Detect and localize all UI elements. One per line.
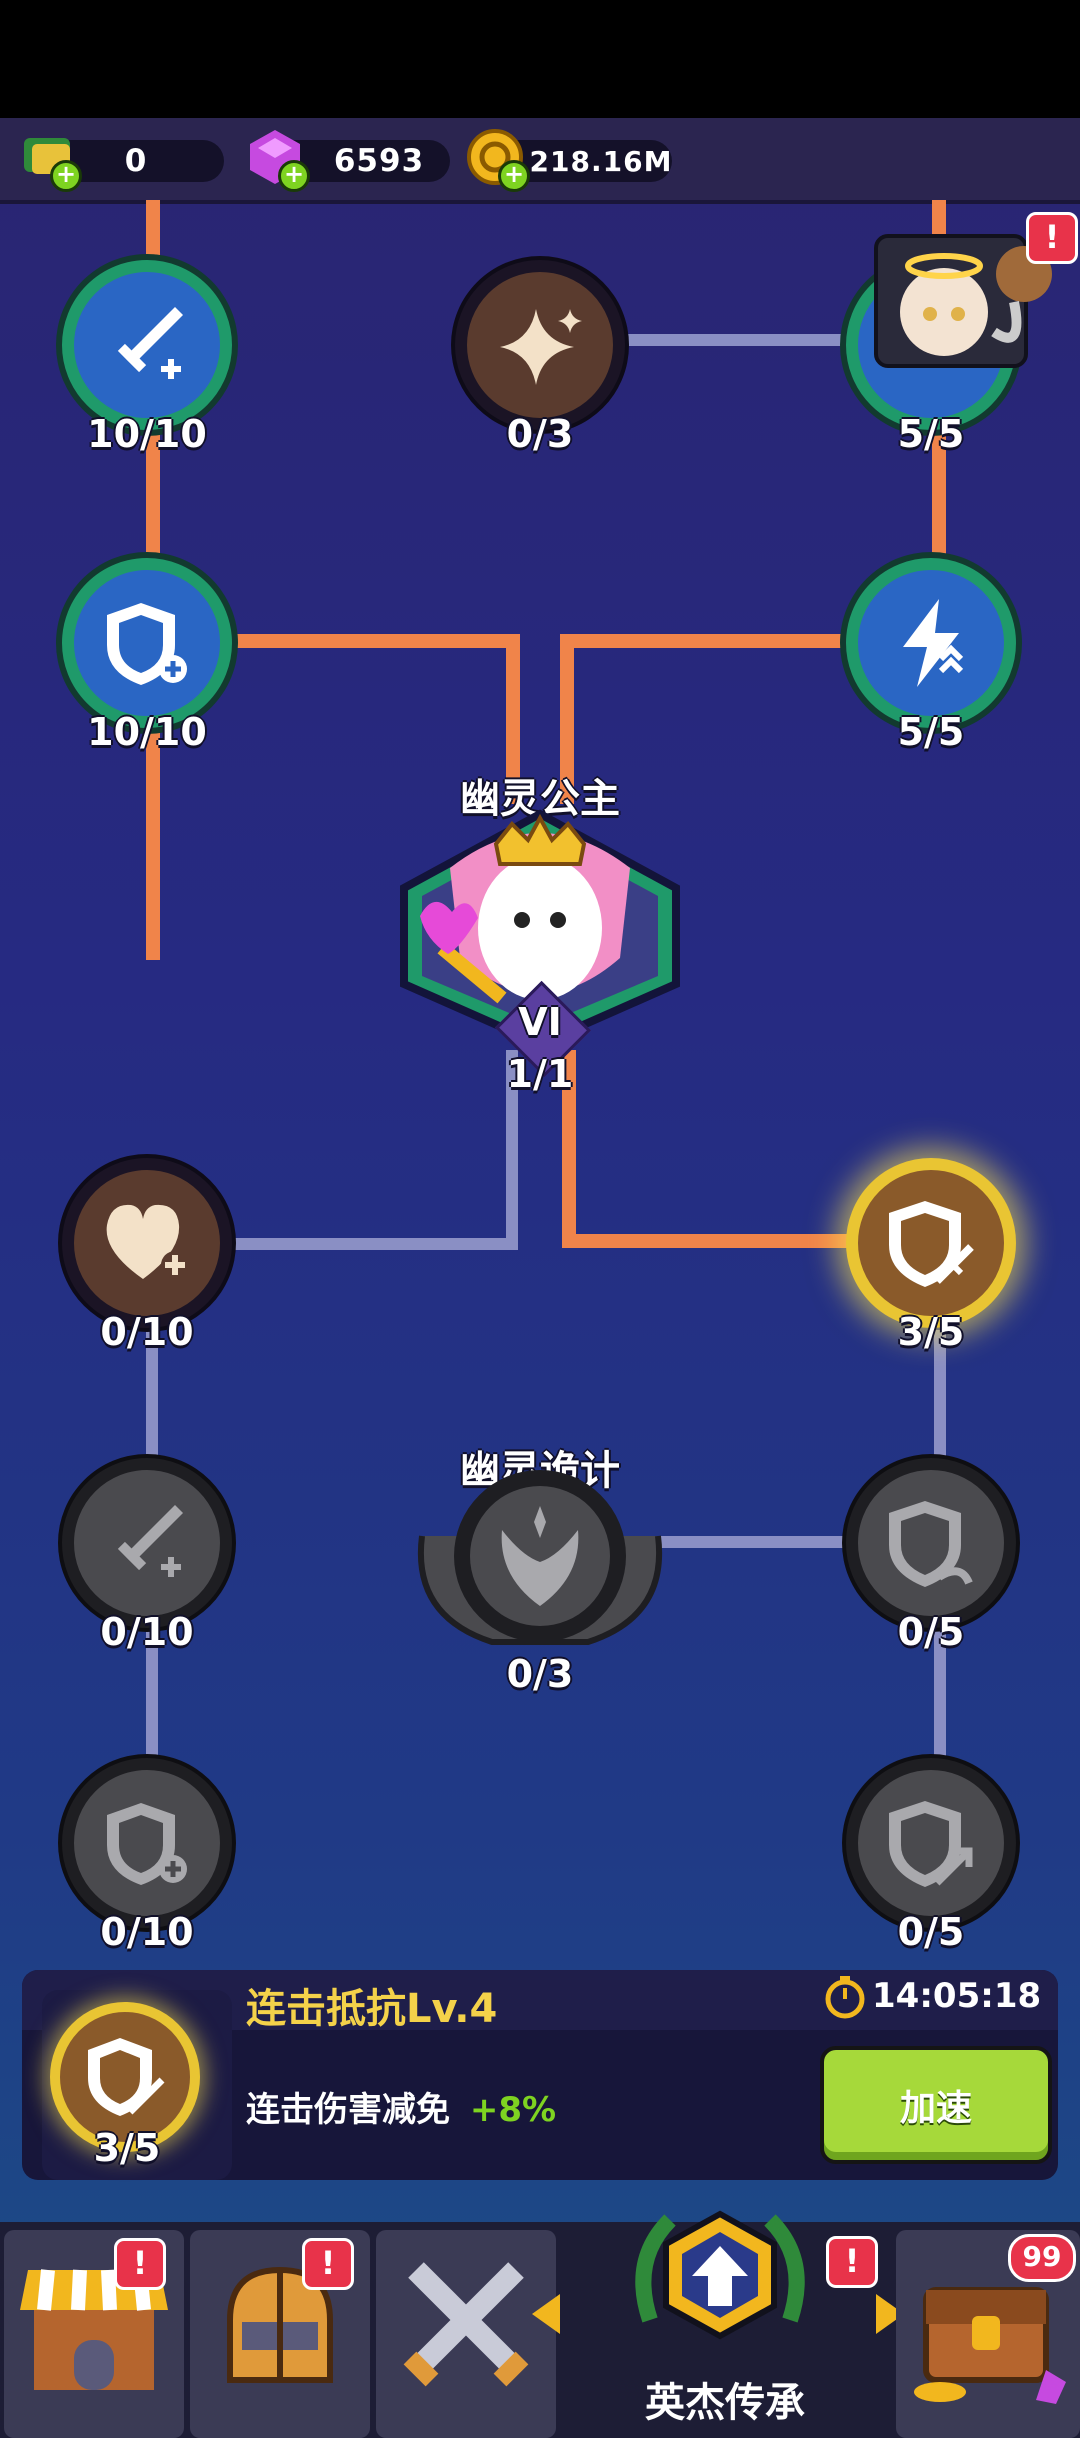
nav-legacy-label[interactable]: 英杰传承 bbox=[600, 2370, 850, 2428]
shield-reflect-icon bbox=[889, 1501, 973, 1587]
path-left-to-hero bbox=[230, 634, 520, 648]
node-attack-boost[interactable] bbox=[62, 260, 232, 430]
node-ghost-trick-progress: 0/3 bbox=[506, 1652, 574, 1696]
nav-left-arrow-icon[interactable] bbox=[532, 2294, 560, 2334]
crossed-swords-icon bbox=[403, 2262, 529, 2387]
shield-plus-icon bbox=[107, 1803, 187, 1885]
upgrade-desc: 连击伤害减免 +8% bbox=[246, 2082, 556, 2131]
equipment-alert-badge: ! bbox=[302, 2238, 354, 2290]
arrow-up-hex-icon bbox=[635, 2210, 805, 2340]
ticket-icon[interactable]: + bbox=[18, 128, 82, 192]
node-reflect[interactable] bbox=[846, 1458, 1016, 1628]
gem-plus-icon[interactable]: + bbox=[278, 160, 310, 192]
tickets-value: 0 bbox=[124, 143, 148, 179]
upgrade-bonus: +8% bbox=[469, 2090, 557, 2130]
nav-legacy-icon[interactable] bbox=[620, 2200, 820, 2360]
portrait-alert-badge: ! bbox=[1026, 212, 1078, 264]
node-speed-boost[interactable] bbox=[846, 558, 1016, 728]
node-sparkle[interactable] bbox=[455, 260, 625, 430]
node-attack-boost-2[interactable] bbox=[62, 1458, 232, 1628]
node-attack-boost-2-progress: 0/10 bbox=[100, 1610, 194, 1654]
heart-plus-icon bbox=[106, 1204, 189, 1279]
timer-icon bbox=[822, 1974, 868, 2020]
node-defense-boost-progress: 10/10 bbox=[87, 710, 207, 754]
node-reflect-progress: 0/5 bbox=[897, 1610, 965, 1654]
node-shield-pierce[interactable] bbox=[846, 1758, 1016, 1928]
treasure-count-badge: 99 bbox=[1008, 2234, 1076, 2282]
node-portrait-progress: 5/5 bbox=[897, 412, 965, 456]
node-shield-pierce-progress: 0/5 bbox=[897, 1910, 965, 1954]
node-health-boost[interactable] bbox=[62, 1158, 232, 1328]
path-to-heart bbox=[220, 1238, 518, 1250]
shield-sword-icon bbox=[88, 2038, 165, 2116]
sword-plus-icon bbox=[117, 307, 185, 383]
shield-arrow-icon bbox=[889, 1801, 973, 1887]
status-bar bbox=[0, 0, 1080, 118]
node-defense-boost[interactable] bbox=[62, 558, 232, 728]
shield-sword-icon bbox=[889, 1201, 974, 1287]
hero-progress: 1/1 bbox=[506, 1052, 574, 1096]
upgrade-progress: 3/5 bbox=[93, 2126, 161, 2170]
node-defense-boost-2-progress: 0/10 bbox=[100, 1910, 194, 1954]
node-attack-boost-progress: 10/10 bbox=[87, 412, 207, 456]
legacy-alert-badge: ! bbox=[826, 2236, 878, 2288]
upgrade-timer: 14:05:18 bbox=[872, 1976, 1042, 2016]
path-right-to-hero bbox=[560, 634, 850, 648]
gold-value: 218.16M bbox=[529, 144, 673, 178]
gem-icon[interactable]: + bbox=[246, 128, 310, 192]
node-ghost-trick[interactable] bbox=[402, 1466, 678, 1656]
upgrade-title: 连击抵抗Lv.4 bbox=[246, 1986, 498, 2032]
wreath-wings-icon bbox=[417, 1470, 663, 1645]
speed-up-button[interactable]: 加速 bbox=[820, 2046, 1052, 2164]
lightning-icon bbox=[903, 599, 964, 687]
shop-alert-badge: ! bbox=[114, 2238, 166, 2290]
gold-plus-icon[interactable]: + bbox=[498, 160, 530, 192]
node-speed-boost-progress: 5/5 bbox=[897, 710, 965, 754]
gold-coin-icon[interactable]: + bbox=[466, 128, 530, 192]
node-sparkle-progress: 0/3 bbox=[506, 412, 574, 456]
nav-battle[interactable] bbox=[376, 2230, 556, 2438]
ticket-plus-icon[interactable]: + bbox=[50, 160, 82, 192]
node-defense-boost-2[interactable] bbox=[62, 1758, 232, 1928]
gems-value: 6593 bbox=[333, 143, 425, 179]
upgrade-desc-text: 连击伤害减免 bbox=[246, 2090, 450, 2130]
node-combo-resist-progress: 3/5 bbox=[897, 1310, 965, 1354]
sword-plus-icon bbox=[117, 1505, 185, 1581]
path-to-shield-sword bbox=[562, 1234, 862, 1248]
node-health-boost-progress: 0/10 bbox=[100, 1310, 194, 1354]
sparkle-icon bbox=[500, 309, 582, 385]
shield-plus-icon bbox=[107, 603, 187, 685]
hero-rank: VI bbox=[518, 1000, 562, 1044]
node-combo-resist[interactable] bbox=[846, 1158, 1016, 1328]
